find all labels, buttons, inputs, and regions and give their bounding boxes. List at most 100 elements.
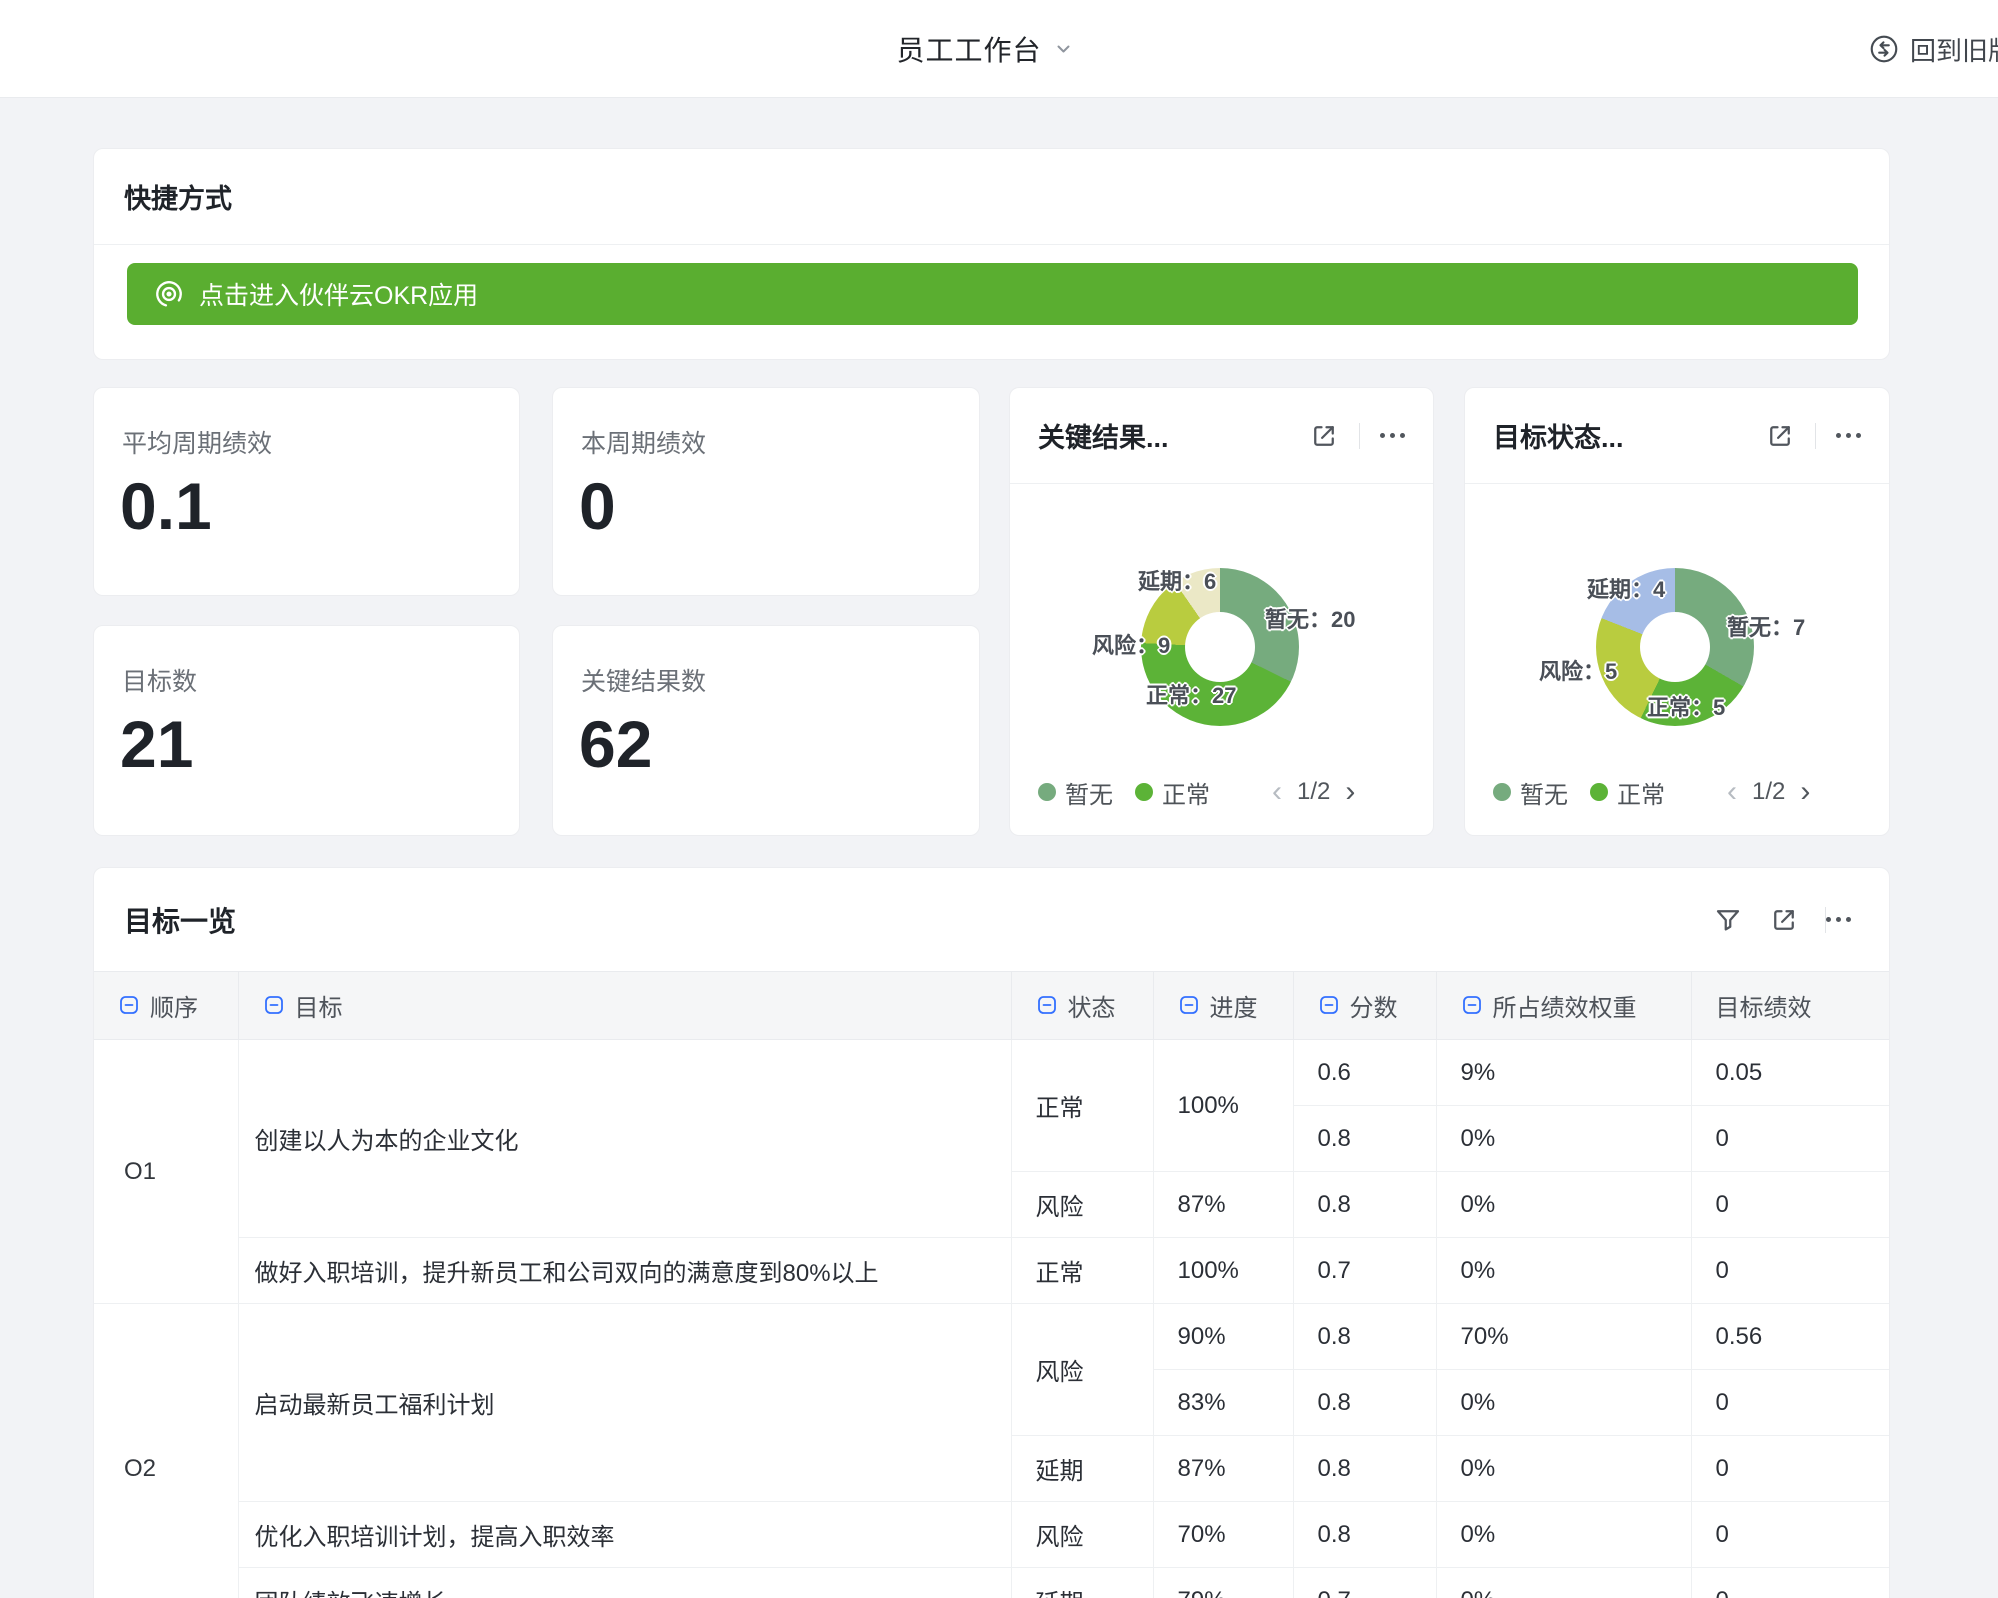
column-header-label: 进度 (1210, 988, 1258, 1023)
pager-prev-icon[interactable]: ‹ (1727, 777, 1737, 807)
objective-table: 顺序目标状态进度分数所占绩效权重目标绩效O1创建以人为本的企业文化正常100%0… (94, 971, 1890, 1598)
cell-status: 延期 (1011, 1436, 1153, 1502)
collapse-column-icon[interactable] (263, 994, 285, 1016)
stat-label: 本周期绩效 (581, 424, 706, 460)
chevron-down-icon (1054, 39, 1074, 59)
legend-item[interactable]: 暂无 (1493, 775, 1568, 810)
pager-next-icon[interactable]: › (1345, 777, 1355, 807)
pager-next-icon[interactable]: › (1800, 777, 1810, 807)
cell-progress: 87% (1153, 1436, 1293, 1502)
enter-okr-app-button[interactable]: 点击进入伙伴云OKR应用 (127, 263, 1858, 325)
column-header-status: 状态 (1011, 972, 1153, 1040)
cell-score: 0.7 (1293, 1238, 1436, 1304)
legend-pager: ‹ 1/2 › (1727, 777, 1810, 807)
divider (1815, 423, 1816, 449)
cell-perf: 0 (1691, 1238, 1890, 1304)
cell-status: 延期 (1011, 1568, 1153, 1598)
legend-dot (1590, 783, 1608, 801)
page-title: 员工工作台 (896, 29, 1041, 69)
cell-score: 0.8 (1293, 1304, 1436, 1370)
column-header-score: 分数 (1293, 972, 1436, 1040)
donut-callout: 暂无：20 (1265, 602, 1355, 634)
cell-progress: 70% (1153, 1502, 1293, 1568)
cell-status: 正常 (1011, 1238, 1153, 1304)
stat-card-avg-cycle-performance: 平均周期绩效 0.1 (93, 387, 520, 596)
cell-score: 0.8 (1293, 1106, 1436, 1172)
cell-goal: 做好入职培训，提升新员工和公司双向的满意度到80%以上 (238, 1238, 1011, 1304)
cell-seq: O2 (94, 1304, 238, 1598)
donut-callout: 延期：4 (1587, 572, 1665, 604)
cell-progress: 100% (1153, 1040, 1293, 1172)
chart-card-objective-status: 目标状态... 暂无 正常 ‹ 1/2 › 暂无：7正常： (1464, 387, 1890, 836)
collapse-column-icon[interactable] (1318, 994, 1340, 1016)
legend-dot (1038, 783, 1056, 801)
legend-label: 暂无 (1520, 775, 1568, 810)
stat-label: 目标数 (122, 662, 197, 698)
cell-progress: 90% (1153, 1304, 1293, 1370)
donut-callout: 正常：27 (1146, 678, 1236, 710)
expand-icon[interactable] (1765, 421, 1795, 451)
stat-value: 0 (579, 468, 616, 544)
cell-seq: O1 (94, 1040, 238, 1304)
legend-label: 正常 (1617, 775, 1665, 810)
donut-callout: 风险：5 (1539, 654, 1617, 686)
more-menu-icon[interactable] (1380, 433, 1405, 438)
employee-workspace-page: 员工工作台 回到旧版 快捷方式 (0, 0, 1998, 1598)
cell-perf: 0 (1691, 1106, 1890, 1172)
cell-perf: 0 (1691, 1370, 1890, 1436)
legend-item[interactable]: 正常 (1590, 775, 1665, 810)
workspace-title-dropdown[interactable]: 员工工作台 (896, 0, 1073, 98)
expand-icon[interactable] (1309, 421, 1339, 451)
objective-overview-header: 目标一览 (94, 868, 1889, 971)
pager-prev-icon[interactable]: ‹ (1272, 777, 1282, 807)
divider (1359, 423, 1360, 449)
cell-progress: 79% (1153, 1568, 1293, 1598)
stat-label: 平均周期绩效 (122, 424, 272, 460)
more-menu-icon[interactable] (1836, 433, 1861, 438)
cell-weight: 70% (1436, 1304, 1691, 1370)
legend-dot (1493, 783, 1511, 801)
column-header-label: 状态 (1068, 988, 1116, 1023)
chart-card-header: 目标状态... (1465, 388, 1889, 484)
target-icon (153, 278, 185, 310)
donut-callout: 正常：5 (1647, 690, 1725, 722)
expand-icon[interactable] (1769, 905, 1799, 935)
cell-perf: 0 (1691, 1568, 1890, 1598)
column-header-label: 分数 (1350, 988, 1398, 1023)
back-to-old-version-link[interactable]: 回到旧版 (1868, 0, 1998, 98)
chart-card-key-result-status: 关键结果... 暂无 正常 ‹ 1/2 › 暂无：20正常 (1009, 387, 1434, 836)
legend-item[interactable]: 正常 (1135, 775, 1210, 810)
shortcut-card-title: 快捷方式 (94, 149, 1889, 245)
table-row: 优化入职培训计划，提高入职效率风险70%0.80%0 (94, 1502, 1890, 1568)
cell-score: 0.8 (1293, 1172, 1436, 1238)
legend-item-clipped-icon (1703, 783, 1712, 801)
enter-okr-app-label: 点击进入伙伴云OKR应用 (199, 276, 478, 312)
more-menu-icon[interactable] (1826, 917, 1851, 922)
filter-icon[interactable] (1713, 905, 1743, 935)
collapse-column-icon[interactable] (1036, 994, 1058, 1016)
cell-score: 0.7 (1293, 1568, 1436, 1598)
collapse-column-icon[interactable] (118, 994, 140, 1016)
legend-item[interactable]: 暂无 (1038, 775, 1113, 810)
cell-perf: 0.56 (1691, 1304, 1890, 1370)
table-row: 做好入职培训，提升新员工和公司双向的满意度到80%以上正常100%0.70%0 (94, 1238, 1890, 1304)
stat-card-objective-count: 目标数 21 (93, 625, 520, 836)
pager-page-number: 1/2 (1297, 778, 1330, 806)
cell-goal: 启动最新员工福利计划 (238, 1304, 1011, 1502)
legend-dot (1135, 783, 1153, 801)
column-header-weight: 所占绩效权重 (1436, 972, 1691, 1040)
cell-weight: 0% (1436, 1436, 1691, 1502)
donut-callout: 延期：6 (1138, 564, 1216, 596)
cell-perf: 0 (1691, 1172, 1890, 1238)
stat-value: 0.1 (120, 468, 212, 544)
cell-goal: 优化入职培训计划，提高入职效率 (238, 1502, 1011, 1568)
stat-value: 21 (120, 706, 193, 782)
cell-weight: 0% (1436, 1106, 1691, 1172)
collapse-column-icon[interactable] (1461, 994, 1483, 1016)
shortcut-card: 快捷方式 点击进入伙伴云OKR应用 (93, 148, 1890, 360)
cell-status: 风险 (1011, 1172, 1153, 1238)
cell-status: 正常 (1011, 1040, 1153, 1172)
switch-version-icon (1868, 33, 1900, 65)
collapse-column-icon[interactable] (1178, 994, 1200, 1016)
column-header-label: 所占绩效权重 (1493, 988, 1637, 1023)
